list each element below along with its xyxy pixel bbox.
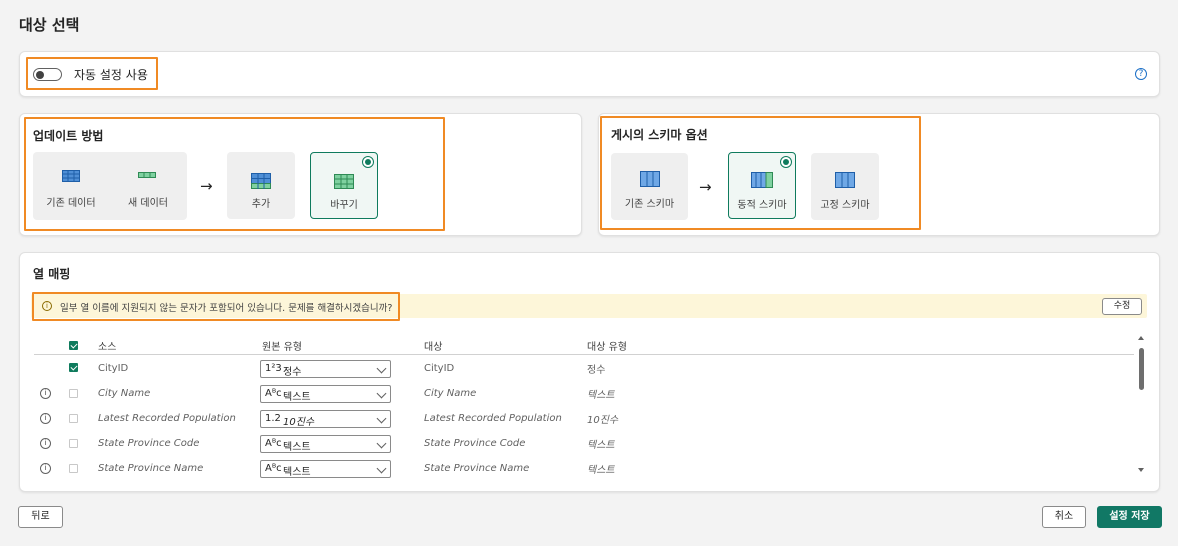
text-type-icon: A͏ᴮc — [265, 463, 282, 474]
target-type-cell: 10진수 — [587, 415, 619, 426]
info-circle-icon[interactable]: i — [40, 438, 51, 449]
existing-schema-label: 기존 스키마 — [624, 199, 675, 210]
source-type-select[interactable]: A͏ᴮc 텍스트 — [260, 460, 391, 478]
source-cell: Latest Recorded Population — [98, 413, 236, 424]
question-circle-icon[interactable]: ? — [1135, 68, 1147, 80]
info-circle-icon[interactable]: i — [40, 388, 51, 399]
schema-options-title: 게시의 스키마 옵션 — [611, 128, 708, 142]
text-type-icon: A͏ᴮc — [265, 438, 282, 449]
replace-table-icon — [334, 174, 354, 189]
info-circle-icon: i — [42, 301, 52, 311]
append-table-icon — [251, 173, 271, 189]
chevron-down-icon — [376, 363, 387, 374]
toggle-knob — [36, 70, 44, 79]
replace-option[interactable]: 바꾸기 — [310, 152, 378, 219]
target-cell: State Province Code — [424, 438, 526, 449]
existing-data-label: 기존 데이터 — [46, 198, 96, 209]
fixed-schema-option[interactable]: 고정 스키마 — [811, 153, 879, 220]
integer-type-icon: 1²3 — [265, 363, 282, 374]
info-circle-icon[interactable]: i — [40, 413, 51, 424]
back-button[interactable]: 뒤로 — [18, 506, 63, 528]
text-type-icon: A͏ᴮc — [265, 388, 282, 399]
chevron-down-icon — [376, 388, 387, 399]
radio-selected[interactable] — [362, 156, 374, 168]
select-all-checkbox[interactable] — [69, 341, 78, 350]
scroll-up-icon[interactable] — [1138, 336, 1144, 340]
target-type-cell: 텍스트 — [587, 390, 615, 401]
source-cell: State Province Name — [98, 463, 204, 474]
target-type-cell: 정수 — [587, 365, 606, 376]
source-type-select[interactable]: A͏ᴮc 텍스트 — [260, 435, 391, 453]
header-source: 소스 — [98, 342, 117, 353]
arrow-icon: → — [200, 177, 213, 195]
row-checkbox[interactable] — [69, 439, 78, 448]
radio-selected[interactable] — [780, 156, 792, 168]
auto-settings-label: 자동 설정 사용 — [74, 68, 148, 82]
source-cell: City Name — [98, 388, 151, 399]
source-type-value: 텍스트 — [283, 392, 311, 403]
append-option[interactable]: 추가 — [227, 152, 295, 219]
fixed-schema-icon — [835, 172, 855, 188]
table-icon — [62, 170, 80, 182]
target-cell: Latest Recorded Population — [424, 413, 562, 424]
source-type-select[interactable]: 1.2 10진수 — [260, 410, 391, 428]
header-target: 대상 — [424, 342, 443, 353]
target-type-cell: 텍스트 — [587, 440, 615, 451]
header-target-type: 대상 유형 — [587, 342, 627, 353]
fixed-schema-label: 고정 스키마 — [820, 200, 870, 211]
source-type-select[interactable]: 1²3 정수 — [260, 360, 391, 378]
source-type-select[interactable]: A͏ᴮc 텍스트 — [260, 385, 391, 403]
decimal-type-icon: 1.2 — [265, 413, 281, 424]
auto-settings-card — [19, 51, 1160, 97]
append-label: 추가 — [251, 199, 271, 210]
row-checkbox[interactable] — [69, 414, 78, 423]
arrow-icon: → — [699, 178, 712, 196]
chevron-down-icon — [376, 438, 387, 449]
replace-label: 바꾸기 — [330, 200, 358, 211]
target-type-cell: 텍스트 — [587, 465, 615, 476]
existing-data-tile: 기존 데이터 새 데이터 — [33, 152, 187, 220]
cancel-button[interactable]: 취소 — [1042, 506, 1086, 528]
header-divider — [34, 354, 1134, 355]
source-type-value: 텍스트 — [283, 442, 311, 453]
scroll-down-icon[interactable] — [1138, 468, 1144, 472]
source-cell: CityID — [98, 363, 129, 374]
row-checkbox[interactable] — [69, 363, 78, 372]
dynamic-schema-label: 동적 스키마 — [737, 200, 787, 211]
auto-settings-toggle[interactable] — [33, 68, 62, 81]
scrollbar-thumb[interactable] — [1139, 348, 1144, 390]
header-source-type: 원본 유형 — [262, 342, 302, 353]
info-circle-icon[interactable]: i — [40, 463, 51, 474]
dynamic-schema-icon — [751, 172, 773, 188]
source-cell: State Province Code — [98, 438, 200, 449]
fix-button[interactable]: 수정 — [1102, 298, 1142, 315]
dynamic-schema-option[interactable]: 동적 스키마 — [728, 152, 796, 219]
target-cell: City Name — [424, 388, 477, 399]
chevron-down-icon — [376, 413, 387, 424]
column-mapping-title: 열 매핑 — [33, 267, 71, 281]
new-row-icon — [138, 172, 156, 178]
target-cell: State Province Name — [424, 463, 530, 474]
schema-columns-icon — [639, 171, 660, 187]
new-data-label: 새 데이터 — [128, 198, 168, 209]
warning-text: 일부 열 이름에 지원되지 않는 문자가 포함되어 있습니다. 문제를 해결하시… — [60, 303, 393, 314]
save-settings-button[interactable]: 설정 저장 — [1097, 506, 1162, 528]
existing-schema-tile: 기존 스키마 — [611, 153, 688, 220]
source-type-value: 텍스트 — [283, 467, 311, 478]
page-title: 대상 선택 — [19, 16, 80, 34]
source-type-value: 정수 — [283, 367, 302, 378]
update-method-title: 업데이트 방법 — [33, 129, 104, 143]
chevron-down-icon — [376, 463, 387, 474]
row-checkbox[interactable] — [69, 389, 78, 398]
target-cell: CityID — [424, 363, 455, 374]
row-checkbox[interactable] — [69, 464, 78, 473]
source-type-value: 10진수 — [283, 417, 315, 428]
